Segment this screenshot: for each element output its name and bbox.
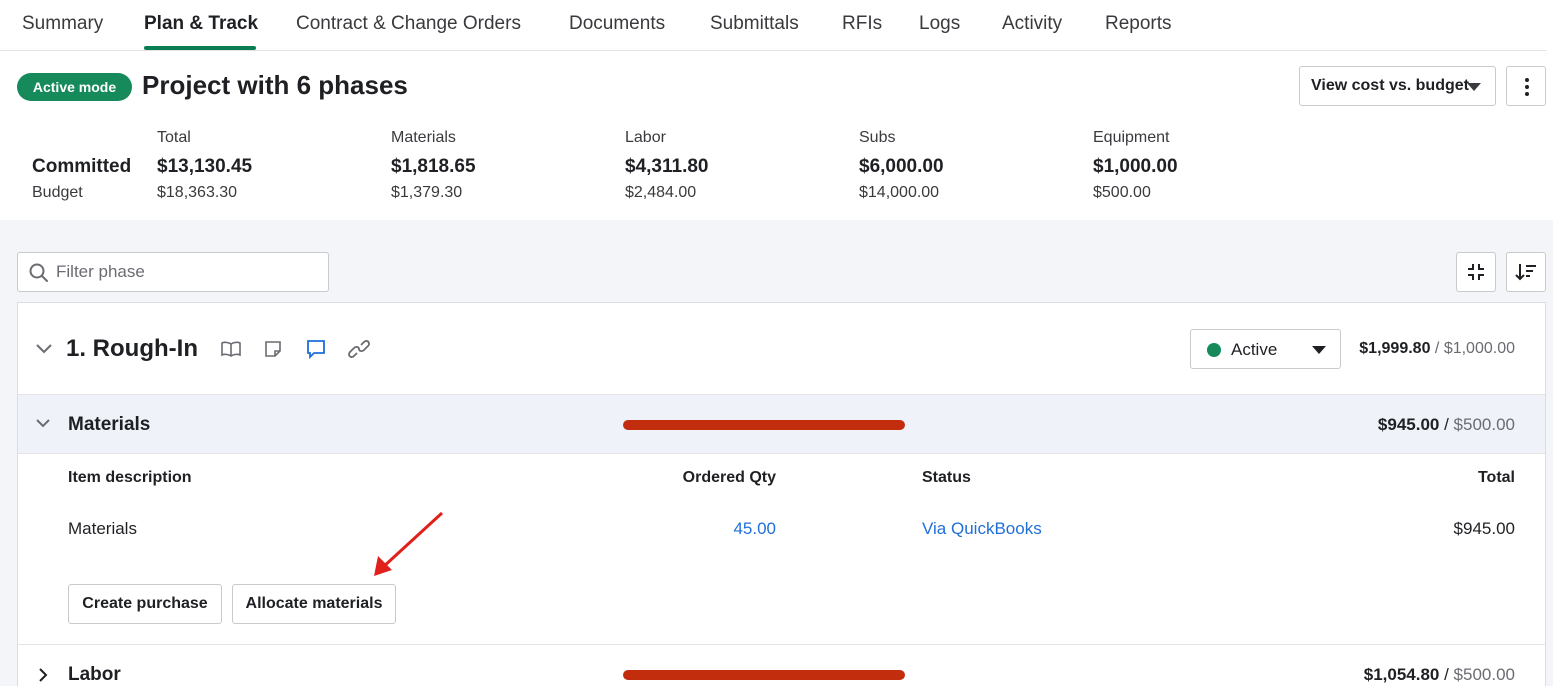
kebab-icon-dot: [1525, 85, 1529, 89]
summary-labor-label: Labor: [625, 129, 666, 146]
category-labor[interactable]: Labor $1,054.80 / $500.00: [18, 644, 1545, 686]
summary-subs-budget: $14,000.00: [859, 184, 940, 201]
chevron-down-icon[interactable]: [35, 342, 53, 356]
category-title: Materials: [68, 414, 151, 435]
sort-icon: [1515, 264, 1536, 281]
tab-submittals[interactable]: Submittals: [710, 13, 799, 35]
row-total: $945.00: [1453, 519, 1515, 538]
caret-down-icon: [1467, 83, 1481, 91]
budget-label: Budget: [32, 184, 83, 201]
category-amount-separator: /: [1439, 415, 1454, 434]
filter-phase-input[interactable]: Filter phase: [17, 252, 329, 292]
committed-label: Committed: [32, 156, 132, 177]
summary-subs-committed: $6,000.00: [859, 156, 944, 177]
sort-button[interactable]: [1506, 252, 1546, 292]
view-select-label: View cost vs. budget: [1311, 77, 1469, 94]
chevron-right-icon[interactable]: [37, 667, 49, 683]
page-title: Project with 6 phases: [142, 70, 408, 100]
phase-amount: $1,999.80 / $1,000.00: [1359, 340, 1515, 358]
summary-materials-label: Materials: [391, 129, 456, 146]
phase-committed: $1,999.80: [1359, 340, 1431, 357]
tab-bar: Summary Plan & Track Contract & Change O…: [0, 0, 1547, 51]
category-amount-separator: /: [1439, 665, 1454, 684]
row-qty-link[interactable]: 45.00: [733, 519, 776, 539]
filter-phase-placeholder: Filter phase: [56, 262, 145, 281]
summary-materials-committed: $1,818.65: [391, 156, 476, 177]
summary-labor-budget: $2,484.00: [625, 184, 697, 201]
row-description: Materials: [68, 519, 137, 538]
summary-total-label: Total: [157, 129, 191, 146]
phase-status-label: Active: [1231, 340, 1278, 359]
category-materials[interactable]: Materials $945.00 / $500.00: [18, 394, 1545, 454]
collapse-icon: [1468, 264, 1484, 280]
kebab-icon-dot: [1525, 92, 1529, 96]
search-icon: [29, 263, 48, 282]
tab-reports[interactable]: Reports: [1105, 13, 1172, 35]
tab-contract-change-orders[interactable]: Contract & Change Orders: [296, 13, 521, 35]
column-header-total: Total: [1477, 469, 1515, 486]
phase-title: 1. Rough-In: [66, 335, 198, 362]
allocate-materials-button[interactable]: Allocate materials: [232, 584, 396, 624]
category-committed: $945.00: [1377, 415, 1440, 434]
phase-amount-separator: /: [1430, 340, 1444, 357]
chevron-down-icon[interactable]: [35, 418, 51, 430]
summary-equipment-budget: $500.00: [1093, 184, 1151, 201]
category-amount: $1,054.80 / $500.00: [1364, 665, 1515, 685]
column-header-qty: Ordered Qty: [682, 469, 776, 486]
annotation-arrow-icon: [374, 511, 444, 576]
tab-activity[interactable]: Activity: [1002, 13, 1062, 35]
column-header-status: Status: [922, 469, 971, 486]
phase-budget: $1,000.00: [1443, 340, 1515, 357]
summary-equipment-committed: $1,000.00: [1093, 156, 1178, 177]
category-title: Labor: [68, 664, 121, 685]
tab-logs[interactable]: Logs: [919, 13, 960, 35]
link-icon[interactable]: [347, 337, 371, 361]
column-header-description: Item description: [68, 469, 192, 486]
over-budget-bar: [623, 420, 905, 430]
tab-plan-track[interactable]: Plan & Track: [144, 13, 258, 35]
phase-status-select[interactable]: Active: [1190, 329, 1341, 369]
collapse-all-button[interactable]: [1456, 252, 1496, 292]
book-icon[interactable]: [219, 337, 243, 361]
more-options-button[interactable]: [1506, 66, 1546, 106]
summary-total-budget: $18,363.30: [157, 184, 238, 201]
phase-header: 1. Rough-In Active $1,999.80 / $1,000.00: [18, 303, 1545, 394]
view-select[interactable]: View cost vs. budget: [1299, 66, 1496, 106]
tab-summary[interactable]: Summary: [22, 13, 103, 35]
active-tab-indicator: [144, 46, 256, 50]
summary-subs-label: Subs: [859, 129, 896, 146]
category-amount: $945.00 / $500.00: [1378, 415, 1515, 435]
create-purchase-button[interactable]: Create purchase: [68, 584, 222, 624]
summary-materials-budget: $1,379.30: [391, 184, 463, 201]
tab-rfis[interactable]: RFIs: [842, 13, 882, 35]
comment-icon[interactable]: [304, 337, 328, 361]
row-status-link[interactable]: Via QuickBooks: [922, 519, 1042, 539]
mode-badge: Active mode: [17, 73, 132, 101]
note-icon[interactable]: [261, 337, 285, 361]
category-budget: $500.00: [1453, 415, 1515, 434]
tab-documents[interactable]: Documents: [569, 13, 665, 35]
phase-card: 1. Rough-In Active $1,999.80 / $1,000.00…: [17, 302, 1546, 686]
summary-total-committed: $13,130.45: [157, 156, 253, 177]
caret-down-icon: [1312, 346, 1326, 354]
kebab-icon: [1525, 78, 1529, 82]
over-budget-bar: [623, 670, 905, 680]
summary-equipment-label: Equipment: [1093, 129, 1170, 146]
category-committed: $1,054.80: [1363, 665, 1440, 684]
summary-labor-committed: $4,311.80: [625, 156, 709, 177]
category-budget: $500.00: [1453, 665, 1515, 684]
status-dot-icon: [1207, 343, 1221, 357]
